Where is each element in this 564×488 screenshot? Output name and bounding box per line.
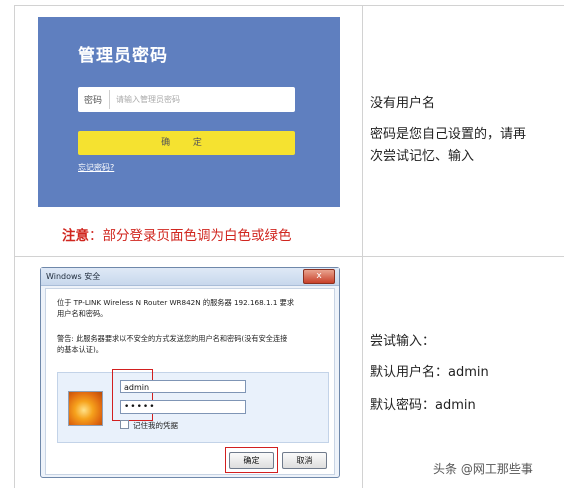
server-message: 位于 TP-LINK Wireless N Router WR842N 的服务器…: [57, 297, 327, 319]
password-label: 密码: [84, 96, 103, 106]
dialog-title: Windows 安全: [46, 272, 101, 281]
windows-security-dialog: Windows 安全 x 位于 TP-LINK Wireless N Route…: [40, 267, 340, 478]
close-icon[interactable]: x: [303, 269, 335, 284]
dialog-body: 位于 TP-LINK Wireless N Router WR842N 的服务器…: [45, 288, 335, 475]
login-title: 管理员密码: [78, 46, 168, 66]
dialog-titlebar: Windows 安全 x: [41, 268, 339, 286]
user-avatar-icon: [68, 391, 103, 426]
row1-no-username: 没有用户名: [370, 96, 436, 111]
note-body: ：部分登录页面色调为白色或绿色: [89, 228, 292, 244]
warning-message: 警告: 此服务器要求以不安全的方式发送您的用户名和密码(没有安全连接 的基本认证…: [57, 333, 327, 355]
warning-message-line1: 警告: 此服务器要求以不安全的方式发送您的用户名和密码(没有安全连接: [57, 334, 288, 343]
row1-password-hint-b: 次尝试记忆、输入: [370, 149, 475, 164]
username-input[interactable]: admin: [120, 380, 246, 393]
row2-try-input: 尝试输入：: [370, 334, 436, 349]
note-text: 注意：部分登录页面色调为白色或绿色: [62, 224, 292, 244]
credentials-area: admin ••••• 记住我的凭据: [57, 369, 329, 443]
row2-default-username: 默认用户名：admin: [370, 365, 489, 380]
row2-default-password: 默认密码：admin: [370, 398, 476, 413]
warning-message-line2: 的基本认证)。: [57, 345, 103, 354]
watermark: 头条 @网工那些事: [433, 462, 533, 476]
checkbox-icon[interactable]: [120, 420, 129, 429]
router-login-screenshot: 管理员密码 密码 确 定 忘记密码?: [38, 17, 340, 207]
table-border-left: [14, 5, 15, 488]
confirm-button[interactable]: 确 定: [78, 131, 295, 155]
password-input[interactable]: [116, 90, 288, 109]
table-column-divider: [362, 5, 363, 488]
server-message-line1: 位于 TP-LINK Wireless N Router WR842N 的服务器…: [57, 298, 295, 307]
note-prefix: 注意: [62, 228, 89, 244]
cancel-button[interactable]: 取消: [282, 452, 327, 469]
remember-credentials-checkbox[interactable]: 记住我的凭据: [120, 420, 178, 431]
forgot-password-link[interactable]: 忘记密码?: [78, 162, 114, 173]
table-border-top: [14, 5, 564, 6]
remember-label: 记住我的凭据: [133, 421, 178, 430]
password-input[interactable]: •••••: [120, 400, 246, 414]
server-message-line2: 用户名和密码。: [57, 309, 108, 318]
row1-password-hint-a: 密码是您自己设置的，请再: [370, 127, 527, 142]
field-divider: [109, 90, 110, 109]
ok-button[interactable]: 确定: [229, 452, 274, 469]
password-field[interactable]: 密码: [78, 87, 295, 112]
table-border-middle: [14, 256, 564, 257]
